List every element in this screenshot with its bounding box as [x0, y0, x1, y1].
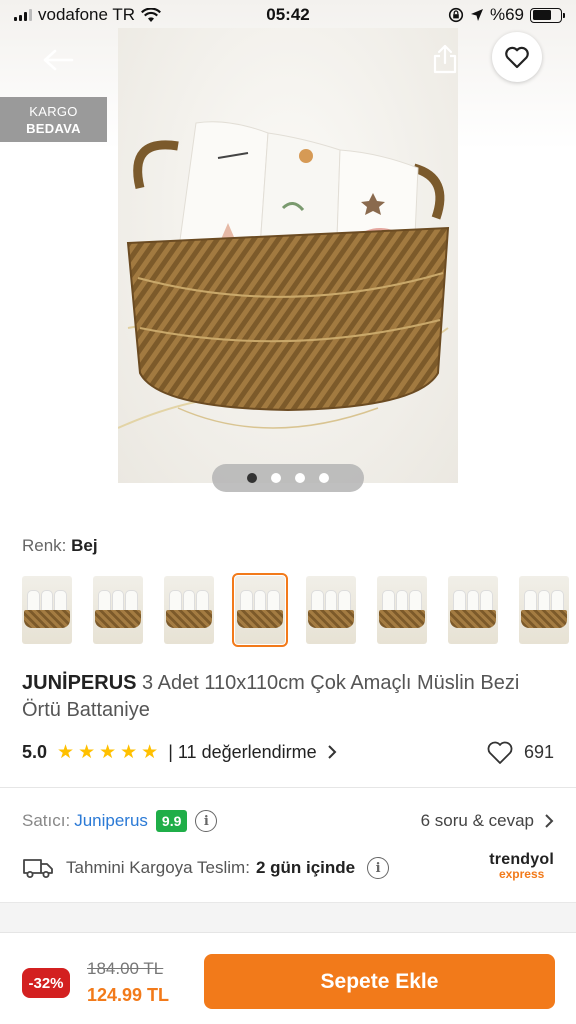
share-icon: [433, 44, 457, 74]
free-shipping-badge: KARGO BEDAVA: [0, 97, 107, 142]
current-price: 124.99 TL: [87, 985, 170, 1005]
variant-thumbnail[interactable]: [22, 576, 72, 644]
logo-line-2: express: [498, 867, 545, 881]
favorites-count-button[interactable]: 691: [486, 738, 554, 766]
variant-thumbnail[interactable]: [93, 576, 143, 644]
delivery-row: Tahmini Kargoya Teslim: 2 gün içinde i: [22, 854, 390, 882]
battery-percent: %69: [489, 5, 524, 24]
info-icon[interactable]: i: [367, 857, 390, 879]
rating-row: 5.0 ★★★★★ | 11 değerlendirme: [22, 738, 337, 766]
heart-icon: [505, 46, 529, 69]
reviews-count: | 11 değerlendirme: [168, 741, 317, 762]
product-brand[interactable]: JUNİPERUS: [22, 672, 136, 694]
badge-line-2: BEDAVA: [26, 121, 81, 136]
chevron-right-icon: [545, 814, 554, 828]
pager-dot[interactable]: [319, 473, 329, 483]
status-bar: vodafone TR 05:42 %69: [0, 0, 576, 30]
image-pager[interactable]: [212, 464, 364, 492]
variant-thumbnail[interactable]: [519, 576, 569, 644]
discount-badge: -32%: [22, 968, 70, 998]
heart-outline-icon: [487, 741, 513, 764]
lock-rotation-icon: [448, 7, 464, 23]
variant-thumbnail[interactable]: [164, 576, 214, 644]
variant-thumbnail[interactable]: [306, 576, 356, 644]
signal-icon: [14, 9, 32, 21]
info-icon[interactable]: i: [195, 810, 218, 832]
purchase-bar: -32% 184.00 TL 124.99 TL Sepete Ekle: [0, 932, 576, 1024]
seller-row: Satıcı: Juniperus 9.9 i: [22, 808, 218, 834]
section-separator: [0, 902, 576, 932]
divider: [0, 787, 576, 788]
pager-dot[interactable]: [295, 473, 305, 483]
color-label-text: Renk:: [22, 536, 67, 555]
trendyol-express-logo: trendyol express: [489, 852, 554, 882]
variant-thumbnail[interactable]: [232, 573, 288, 647]
back-arrow-icon: [43, 49, 74, 71]
color-label: Renk: Bej: [22, 536, 98, 556]
reviews-link[interactable]: | 11 değerlendirme: [168, 741, 337, 763]
product-photo-illustration: [118, 121, 450, 429]
product-image[interactable]: [118, 28, 458, 483]
delivery-value: 2 gün içinde: [255, 858, 356, 877]
logo-line-1: trendyol: [489, 851, 554, 868]
seller-name-link[interactable]: Juniperus: [74, 811, 148, 831]
pager-dot[interactable]: [247, 473, 257, 483]
badge-line-1: KARGO: [29, 104, 78, 119]
pager-dot[interactable]: [271, 473, 281, 483]
seller-label: Satıcı:: [22, 811, 71, 830]
favorite-button[interactable]: [492, 32, 542, 82]
seller-score-badge: 9.9: [155, 810, 188, 832]
color-value: Bej: [71, 536, 98, 555]
chevron-right-icon: [327, 745, 337, 759]
truck-icon: [23, 859, 53, 878]
rating-score: 5.0: [22, 741, 48, 762]
rating-stars: ★★★★★: [57, 741, 163, 763]
add-to-cart-button[interactable]: Sepete Ekle: [204, 954, 555, 1009]
qa-text: 6 soru & cevap: [420, 811, 534, 830]
variant-thumbnail[interactable]: [448, 576, 498, 644]
product-gallery[interactable]: KARGO BEDAVA: [0, 0, 576, 500]
old-price: 184.00 TL: [87, 959, 164, 978]
delivery-label: Tahmini Kargoya Teslim:: [66, 858, 250, 877]
wifi-icon: [141, 7, 162, 22]
product-title: JUNİPERUS 3 Adet 110x110cm Çok Amaçlı Mü…: [22, 670, 552, 724]
battery-icon: [530, 7, 565, 23]
favorites-count: 691: [523, 741, 554, 762]
variant-thumbnails: [22, 573, 576, 647]
questions-answers-link[interactable]: 6 soru & cevap: [421, 808, 554, 834]
share-button[interactable]: [426, 40, 464, 78]
carrier-name: vodafone TR: [38, 5, 136, 24]
location-icon: [470, 9, 483, 21]
variant-thumbnail[interactable]: [377, 576, 427, 644]
back-button[interactable]: [36, 40, 80, 80]
